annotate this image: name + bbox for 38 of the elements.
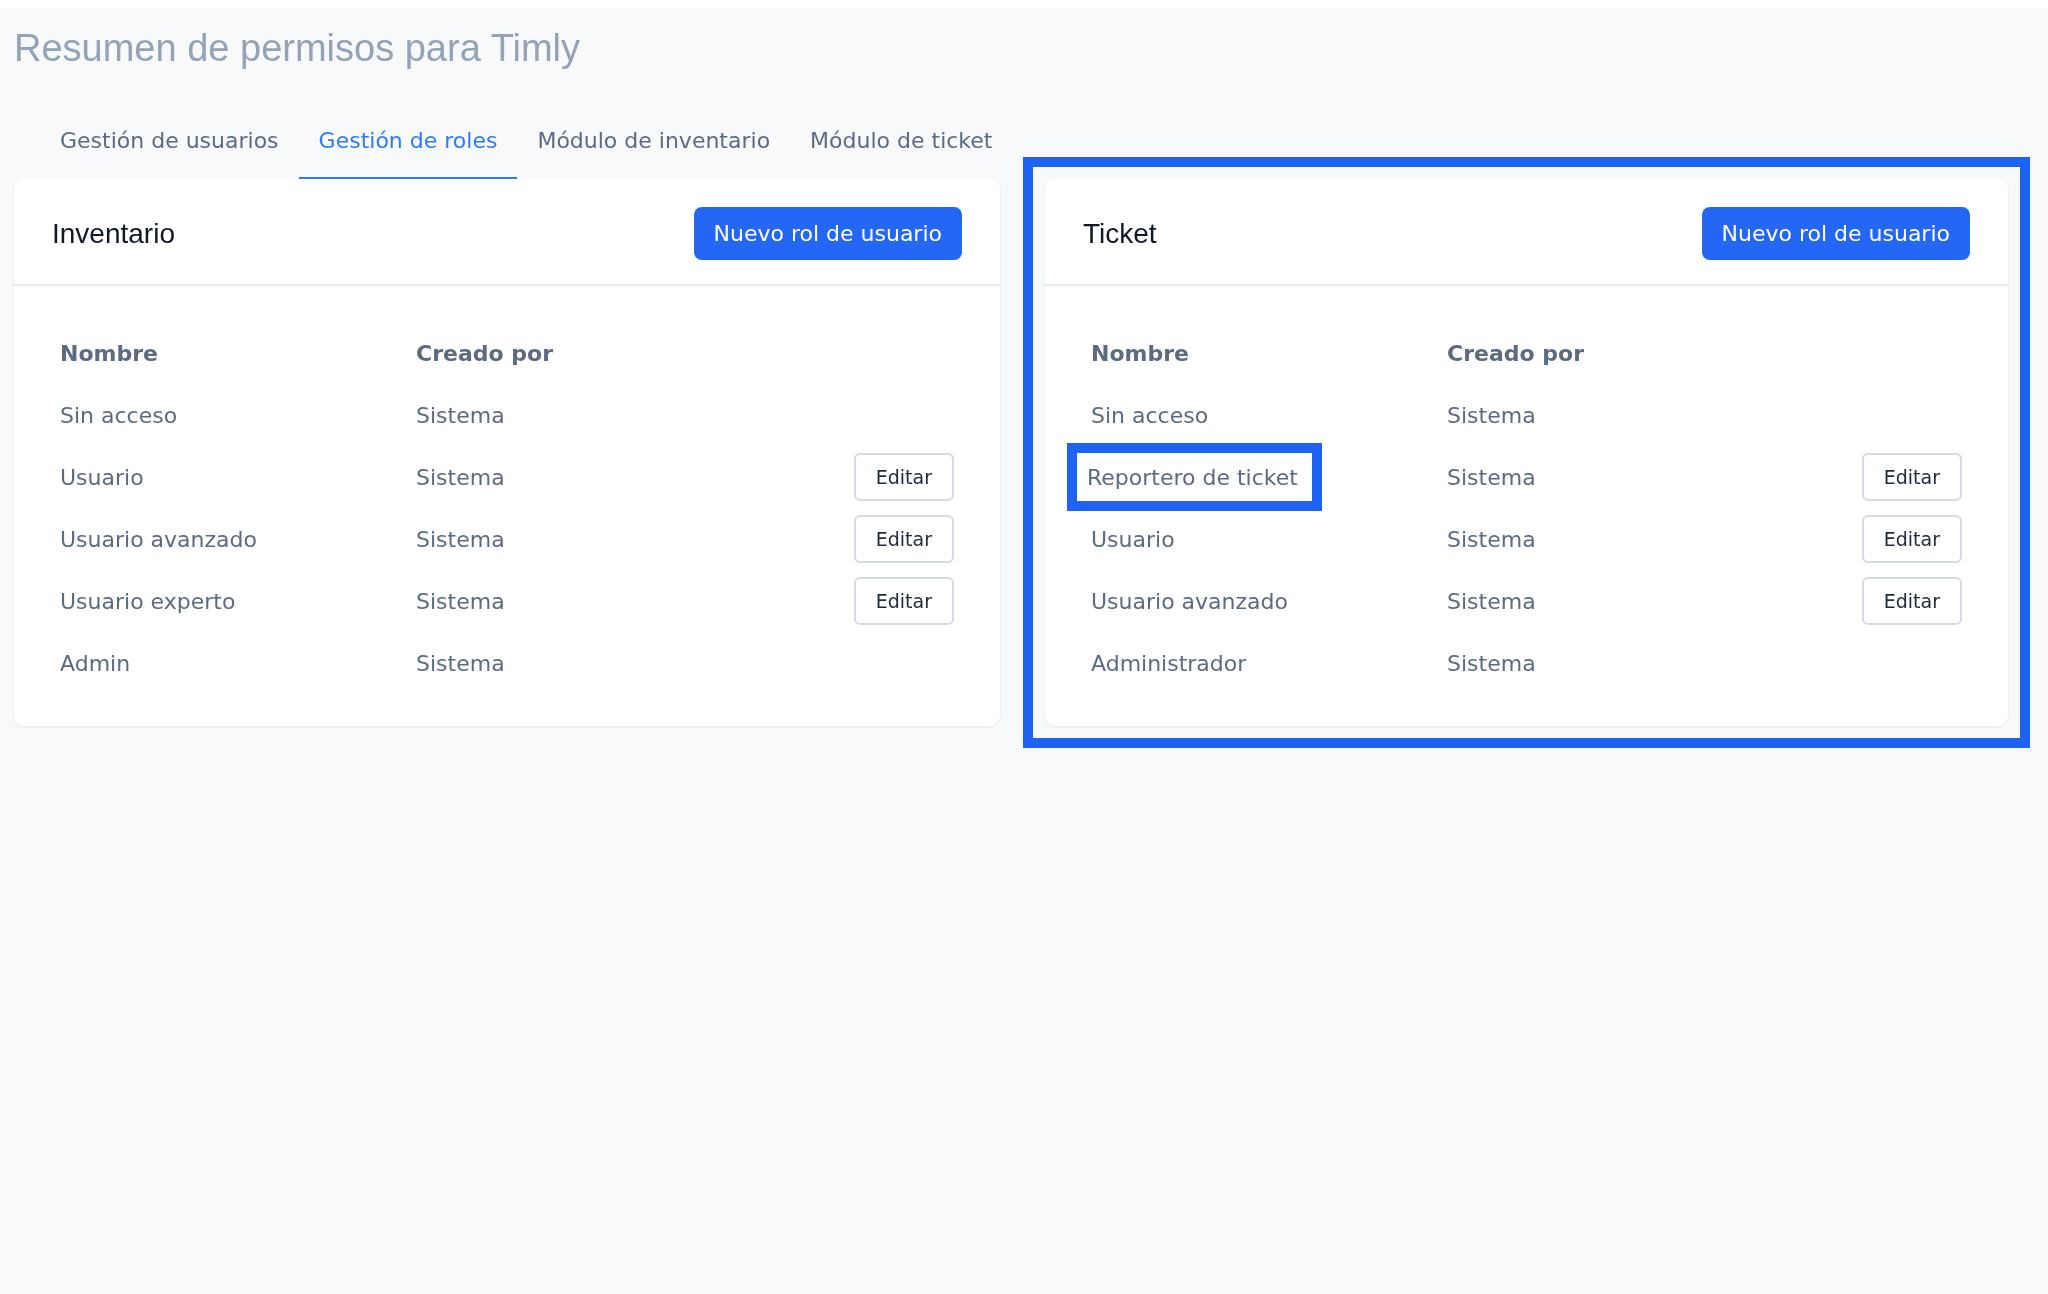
creator-cell-text: Sistema: [416, 463, 506, 492]
highlighted-role-name: Reportero de ticket: [1067, 443, 1322, 511]
creator-cell-text: Sistema: [416, 649, 506, 678]
role-name: Usuario: [59, 464, 145, 490]
edit-button[interactable]: Editar: [853, 453, 954, 501]
column-header: Nombre: [60, 339, 159, 368]
edit-button[interactable]: Editar: [853, 515, 954, 563]
role-name: Sin acceso: [1090, 402, 1210, 428]
card-title: Ticket: [1083, 217, 1157, 250]
column-header: Creado por: [416, 339, 554, 368]
edit-button[interactable]: Editar: [1861, 577, 1962, 625]
role-name: Usuario experto: [59, 588, 237, 614]
card-title: Inventario: [52, 217, 175, 250]
creator-cell-text: Sistema: [416, 401, 506, 430]
role-name: Usuario avanzado: [59, 526, 258, 552]
creator-cell-text: Sistema: [1447, 401, 1537, 430]
page-title: Resumen de permisos para Timly: [14, 26, 580, 70]
column-header: Nombre: [1091, 339, 1190, 368]
tab[interactable]: Módulo de ticket: [790, 116, 1013, 179]
tab[interactable]: Módulo de inventario: [517, 116, 791, 179]
tab[interactable]: Gestión de usuarios: [40, 116, 299, 179]
role-name: Sin acceso: [59, 402, 179, 428]
role-name: Administrador: [1090, 650, 1248, 676]
creator-cell-text: Sistema: [416, 525, 506, 554]
role-name: Admin: [59, 650, 132, 676]
new-role-button[interactable]: Nuevo rol de usuario: [693, 207, 962, 260]
creator-cell-text: Sistema: [1447, 587, 1537, 616]
edit-button[interactable]: Editar: [1861, 453, 1962, 501]
creator-cell-text: Sistema: [1447, 649, 1537, 678]
creator-cell-text: Sistema: [1447, 463, 1537, 492]
creator-cell-text: Sistema: [1447, 525, 1537, 554]
role-name: Usuario avanzado: [1090, 588, 1289, 614]
role-name: Usuario: [1090, 526, 1176, 552]
new-role-button[interactable]: Nuevo rol de usuario: [1701, 207, 1970, 260]
edit-button[interactable]: Editar: [1861, 515, 1962, 563]
column-header: Creado por: [1447, 339, 1585, 368]
creator-cell-text: Sistema: [416, 587, 506, 616]
edit-button[interactable]: Editar: [853, 577, 954, 625]
